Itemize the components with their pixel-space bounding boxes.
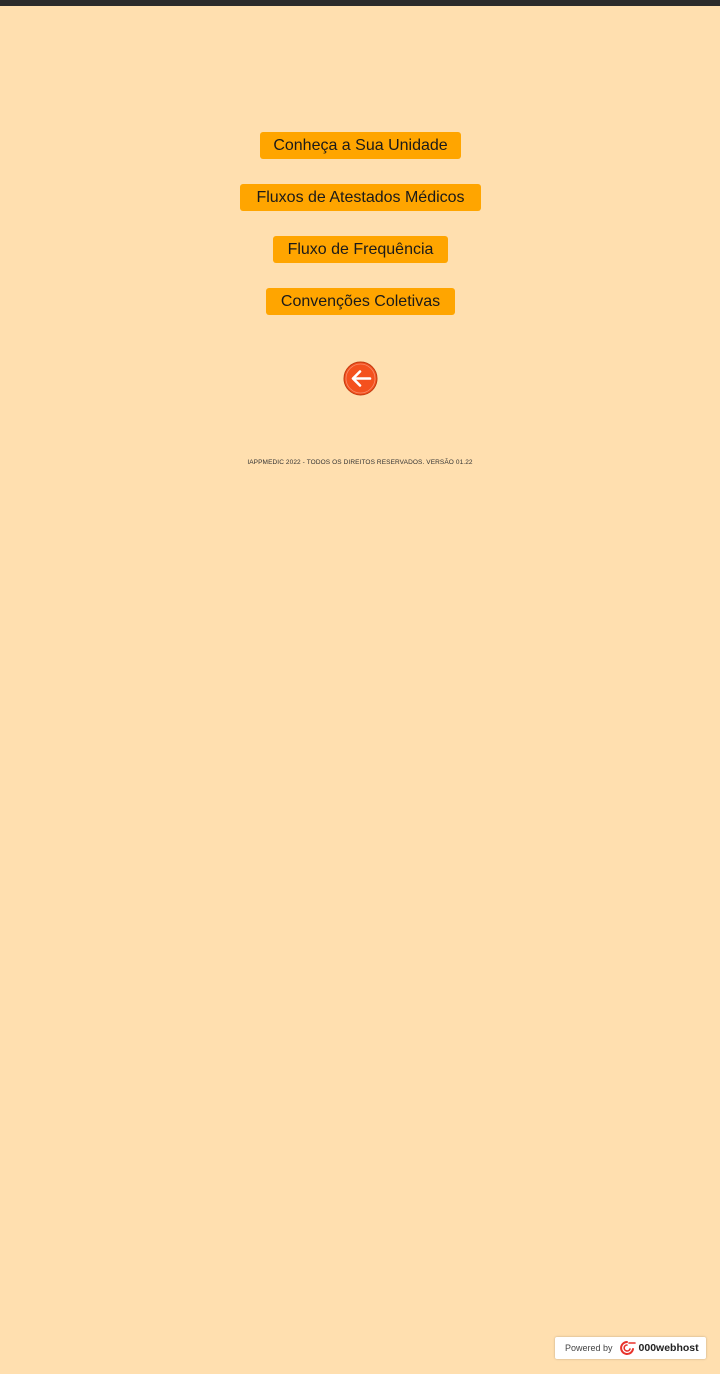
- powered-by-label: Powered by: [565, 1343, 613, 1353]
- arrow-left-icon: [343, 361, 378, 396]
- 000webhost-brand: 000webhost: [638, 1342, 699, 1354]
- medical-certificates-flow-button[interactable]: Fluxos de Atestados Médicos: [240, 184, 481, 211]
- attendance-flow-button[interactable]: Fluxo de Frequência: [273, 236, 448, 263]
- back-button[interactable]: [343, 361, 378, 396]
- footer-copyright: IAPPMEDIC 2022 - TODOS OS DIREITOS RESER…: [247, 459, 473, 466]
- collective-agreements-button[interactable]: Convenções Coletivas: [266, 288, 455, 315]
- 000webhost-logo-icon: [619, 1341, 636, 1355]
- top-bar: [0, 0, 720, 6]
- know-your-unit-button[interactable]: Conheça a Sua Unidade: [260, 132, 461, 159]
- powered-by-badge[interactable]: Powered by 000webhost: [555, 1337, 706, 1359]
